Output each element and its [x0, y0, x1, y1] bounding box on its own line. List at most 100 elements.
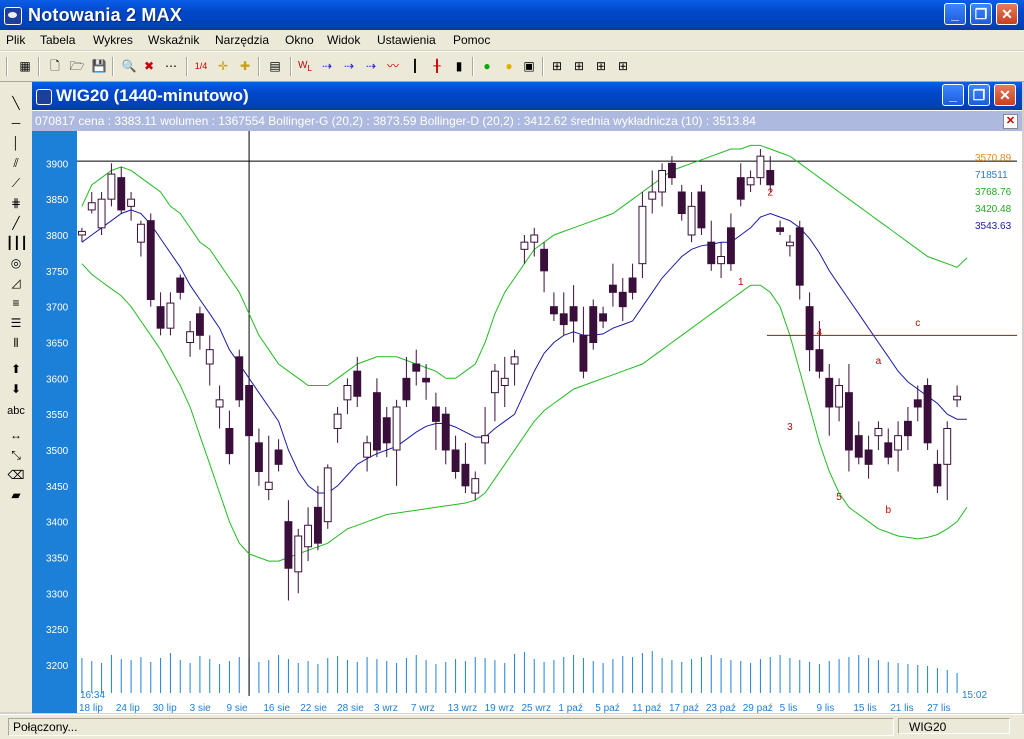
layout-2-icon[interactable]: ⊞ — [570, 57, 588, 75]
text-tool-icon[interactable]: abc — [6, 402, 26, 420]
drawing-tools: ╲ ─ │ ⫽ ⟋ ⋕ ╱ ┃┃┃ ◎ ◿ ≡ ☰ ⦀ ⬆ ⬇ abc ↔ ⤡ … — [0, 82, 33, 712]
wave-label: 2 — [767, 188, 773, 199]
table-icon[interactable]: ▤ — [266, 57, 284, 75]
calc-icon[interactable]: 1/4 — [192, 57, 210, 75]
menu-tabela[interactable]: Tabela — [40, 33, 75, 47]
arrow-down-icon[interactable]: ⬇ — [6, 380, 26, 398]
candle — [628, 263, 637, 300]
x-tick-label: 3 wrz — [374, 703, 398, 713]
link-1-icon[interactable]: ⇢ — [318, 57, 336, 75]
bar-icon[interactable]: ▮ — [450, 57, 468, 75]
new-file-icon[interactable]: 🗋 — [46, 57, 64, 75]
chart-close-button[interactable]: ✕ — [994, 84, 1016, 106]
grid-icon[interactable]: ▦ — [16, 57, 34, 75]
candle — [549, 292, 558, 321]
save-icon[interactable]: 💾 — [90, 57, 108, 75]
candle — [510, 349, 519, 386]
vbars-tool-icon[interactable]: ⦀ — [6, 334, 26, 352]
candle — [500, 356, 509, 407]
eraser-icon[interactable]: ⌫ — [6, 466, 26, 484]
candle — [726, 213, 735, 271]
y-tick-label: 3750 — [46, 267, 69, 278]
fan-tool-icon[interactable]: ⟋ — [6, 174, 26, 192]
horizontal-arrows-icon[interactable]: ↔ — [6, 426, 26, 444]
y-tick-label: 3600 — [46, 374, 69, 385]
traffic-light-icon[interactable]: ● — [478, 57, 496, 75]
x-tick-label: 30 lip — [153, 703, 177, 713]
y-tick-label: 3700 — [46, 303, 69, 314]
marker-icon[interactable]: ✚ — [236, 57, 254, 75]
candle — [579, 306, 588, 379]
frame-icon[interactable]: ▣ — [520, 57, 538, 75]
channel-tool-icon[interactable]: ⫽ — [6, 154, 26, 172]
layout-1-icon[interactable]: ⊞ — [548, 57, 566, 75]
candle — [687, 192, 696, 243]
wl-icon[interactable]: WL — [296, 57, 314, 75]
light-icon[interactable]: ● — [500, 57, 518, 75]
info-close-icon[interactable]: ✕ — [1003, 114, 1018, 129]
toolbar: ▦ 🗋 🗁 💾 🔍 ✖ ⋯ 1/4 ✛ ✚ ▤ WL ⇢ ⇢ ⇢ 〰 ┃ ╂ ▮… — [0, 51, 1024, 82]
triangle-tool-icon[interactable]: ◿ — [6, 274, 26, 292]
time-right-label: 15:02 — [962, 690, 987, 701]
link-3-icon[interactable]: ⇢ — [362, 57, 380, 75]
menu-plik[interactable]: Plik — [6, 33, 25, 47]
fib-tool-icon[interactable]: ⋕ — [6, 194, 26, 212]
menu-ustawienia[interactable]: Ustawienia — [377, 33, 436, 47]
line-chart-icon[interactable]: 〰 — [384, 57, 402, 75]
arrow-up-icon[interactable]: ⬆ — [6, 360, 26, 378]
candle — [166, 292, 175, 336]
chart-restore-button[interactable]: ❐ — [968, 84, 990, 106]
x-tick-label: 17 paź — [669, 703, 699, 713]
layout-4-icon[interactable]: ⊞ — [614, 57, 632, 75]
candle — [402, 356, 411, 407]
wave-label: 5 — [836, 492, 842, 503]
minimize-button[interactable]: _ — [944, 3, 966, 25]
crosshair-icon[interactable]: ✛ — [214, 57, 232, 75]
layout-3-icon[interactable]: ⊞ — [592, 57, 610, 75]
candles-icon[interactable]: ┃ — [406, 57, 424, 75]
expand-icon[interactable]: ⤡ — [6, 446, 26, 464]
open-folder-icon[interactable]: 🗁 — [68, 57, 86, 75]
arc-tool-icon[interactable]: ◎ — [6, 254, 26, 272]
menu-okno[interactable]: Okno — [285, 33, 314, 47]
restore-button[interactable]: ❐ — [970, 3, 992, 25]
x-tick-label: 1 paź — [558, 703, 582, 713]
candlestick-chart[interactable]: 3900 3850 3800 3750 3700 3650 3600 3550 3500 3450… — [32, 131, 1022, 713]
symbol-status: WIG20 — [898, 718, 1010, 734]
bollinger-lower-line — [81, 263, 968, 562]
candle — [235, 349, 244, 407]
eraser-2-icon[interactable]: ▰ — [6, 486, 26, 504]
x-tick-label: 24 lip — [116, 703, 140, 713]
hlines-tool-icon[interactable]: ☰ — [6, 314, 26, 332]
hline-tool-icon[interactable]: ─ — [6, 114, 26, 132]
chart-minimize-button[interactable]: _ — [942, 84, 964, 106]
candle — [441, 407, 450, 465]
y-tick-label: 3650 — [46, 339, 69, 350]
close-button[interactable]: ✕ — [996, 3, 1018, 25]
menu-wykres[interactable]: Wykres — [93, 33, 133, 47]
y-tick-label: 3250 — [46, 625, 69, 636]
x-tick-label: 5 lis — [780, 703, 798, 713]
y-tick-label: 3450 — [46, 482, 69, 493]
wave-label: 3 — [787, 422, 793, 433]
no-zoom-icon[interactable]: ✖ — [140, 57, 158, 75]
menu-wskaznik[interactable]: Wskaźnik — [148, 33, 199, 47]
parallel-tool-icon[interactable]: ╱ — [6, 214, 26, 232]
candle — [943, 421, 952, 501]
zoom-icon[interactable]: 🔍 — [120, 57, 138, 75]
vlines-tool-icon[interactable]: ┃┃┃ — [6, 234, 28, 252]
menu-widok[interactable]: Widok — [327, 33, 360, 47]
indicator-info-bar: 070817 cena : 3383.11 wolumen : 1367554 … — [32, 111, 1022, 131]
vline-tool-icon[interactable]: │ — [6, 134, 26, 152]
candle — [697, 184, 706, 235]
candle — [569, 285, 578, 343]
link-2-icon[interactable]: ⇢ — [340, 57, 358, 75]
ray-tool-icon[interactable]: ≡ — [6, 294, 26, 312]
menu-narzedzia[interactable]: Narzędzia — [215, 33, 269, 47]
dots-icon[interactable]: ⋯ — [162, 57, 180, 75]
x-tick-label: 16 sie — [263, 703, 290, 713]
candle — [205, 335, 214, 386]
line-tool-icon[interactable]: ╲ — [6, 94, 26, 112]
ohlc-icon[interactable]: ╂ — [428, 57, 446, 75]
menu-pomoc[interactable]: Pomoc — [453, 33, 490, 47]
